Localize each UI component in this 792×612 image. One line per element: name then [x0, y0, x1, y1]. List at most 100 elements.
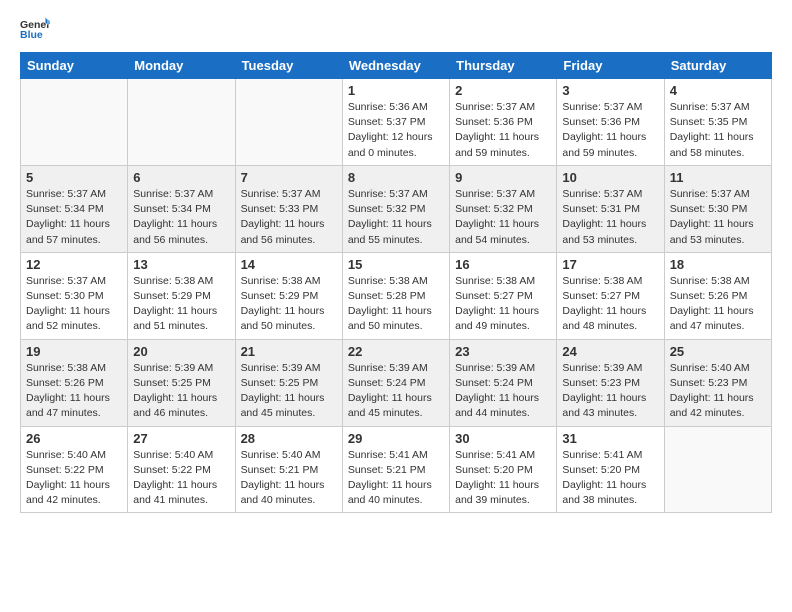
- calendar-cell: 12 Sunrise: 5:37 AM Sunset: 5:30 PM Dayli…: [21, 252, 128, 339]
- calendar-cell: [128, 79, 235, 166]
- day-info: Sunrise: 5:38 AM Sunset: 5:29 PM Dayligh…: [241, 274, 337, 335]
- day-info: Sunrise: 5:40 AM Sunset: 5:22 PM Dayligh…: [133, 448, 229, 509]
- logo: General Blue: [20, 16, 58, 40]
- weekday-header-tuesday: Tuesday: [235, 53, 342, 79]
- calendar-week-row: 26 Sunrise: 5:40 AM Sunset: 5:22 PM Dayli…: [21, 426, 772, 513]
- day-number: 2: [455, 83, 551, 98]
- day-info: Sunrise: 5:37 AM Sunset: 5:36 PM Dayligh…: [562, 100, 658, 161]
- calendar-cell: 4 Sunrise: 5:37 AM Sunset: 5:35 PM Daylig…: [664, 79, 771, 166]
- day-number: 23: [455, 344, 551, 359]
- day-info: Sunrise: 5:41 AM Sunset: 5:20 PM Dayligh…: [562, 448, 658, 509]
- day-info: Sunrise: 5:39 AM Sunset: 5:24 PM Dayligh…: [348, 361, 444, 422]
- day-number: 18: [670, 257, 766, 272]
- calendar-cell: 7Sunrise: 5:37 AM Sunset: 5:33 PM Daylig…: [235, 165, 342, 252]
- day-info: Sunrise: 5:38 AM Sunset: 5:28 PM Dayligh…: [348, 274, 444, 335]
- day-number: 10: [562, 170, 658, 185]
- day-number: 14: [241, 257, 337, 272]
- day-number: 25: [670, 344, 766, 359]
- day-number: 17: [562, 257, 658, 272]
- day-number: 29: [348, 431, 444, 446]
- calendar-cell: 27 Sunrise: 5:40 AM Sunset: 5:22 PM Dayli…: [128, 426, 235, 513]
- calendar-week-row: 1Sunrise: 5:36 AM Sunset: 5:37 PM Daylig…: [21, 79, 772, 166]
- day-number: 26: [26, 431, 122, 446]
- day-info: Sunrise: 5:37 AM Sunset: 5:36 PM Dayligh…: [455, 100, 551, 161]
- day-number: 27: [133, 431, 229, 446]
- day-info: Sunrise: 5:38 AM Sunset: 5:26 PM Dayligh…: [26, 361, 122, 422]
- day-info: Sunrise: 5:39 AM Sunset: 5:24 PM Dayligh…: [455, 361, 551, 422]
- day-number: 13: [133, 257, 229, 272]
- day-number: 7: [241, 170, 337, 185]
- day-info: Sunrise: 5:36 AM Sunset: 5:37 PM Dayligh…: [348, 100, 444, 161]
- calendar-cell: 8 Sunrise: 5:37 AM Sunset: 5:32 PM Daylig…: [342, 165, 449, 252]
- day-number: 22: [348, 344, 444, 359]
- day-number: 16: [455, 257, 551, 272]
- calendar-cell: 25Sunrise: 5:40 AM Sunset: 5:23 PM Dayli…: [664, 339, 771, 426]
- calendar-cell: 26 Sunrise: 5:40 AM Sunset: 5:22 PM Dayli…: [21, 426, 128, 513]
- weekday-header-thursday: Thursday: [450, 53, 557, 79]
- day-number: 5: [26, 170, 122, 185]
- calendar-cell: 2 Sunrise: 5:37 AM Sunset: 5:36 PM Daylig…: [450, 79, 557, 166]
- calendar-cell: [664, 426, 771, 513]
- day-number: 30: [455, 431, 551, 446]
- calendar-cell: 9 Sunrise: 5:37 AM Sunset: 5:32 PM Daylig…: [450, 165, 557, 252]
- day-number: 19: [26, 344, 122, 359]
- calendar-cell: 16Sunrise: 5:38 AM Sunset: 5:27 PM Dayli…: [450, 252, 557, 339]
- day-info: Sunrise: 5:37 AM Sunset: 5:30 PM Dayligh…: [26, 274, 122, 335]
- calendar-cell: 20 Sunrise: 5:39 AM Sunset: 5:25 PM Dayli…: [128, 339, 235, 426]
- calendar-header-row: SundayMondayTuesdayWednesdayThursdayFrid…: [21, 53, 772, 79]
- weekday-header-monday: Monday: [128, 53, 235, 79]
- weekday-header-saturday: Saturday: [664, 53, 771, 79]
- calendar-cell: 5 Sunrise: 5:37 AM Sunset: 5:34 PM Daylig…: [21, 165, 128, 252]
- calendar-week-row: 12 Sunrise: 5:37 AM Sunset: 5:30 PM Dayli…: [21, 252, 772, 339]
- calendar-cell: 19 Sunrise: 5:38 AM Sunset: 5:26 PM Dayli…: [21, 339, 128, 426]
- logo-icon: General Blue: [20, 16, 50, 40]
- day-number: 21: [241, 344, 337, 359]
- day-info: Sunrise: 5:37 AM Sunset: 5:32 PM Dayligh…: [455, 187, 551, 248]
- calendar-week-row: 19 Sunrise: 5:38 AM Sunset: 5:26 PM Dayli…: [21, 339, 772, 426]
- page-container: General Blue SundayMondayTuesdayWednesda…: [0, 0, 792, 523]
- calendar-cell: 14 Sunrise: 5:38 AM Sunset: 5:29 PM Dayli…: [235, 252, 342, 339]
- day-info: Sunrise: 5:37 AM Sunset: 5:35 PM Dayligh…: [670, 100, 766, 161]
- day-info: Sunrise: 5:37 AM Sunset: 5:32 PM Dayligh…: [348, 187, 444, 248]
- day-number: 9: [455, 170, 551, 185]
- calendar-week-row: 5 Sunrise: 5:37 AM Sunset: 5:34 PM Daylig…: [21, 165, 772, 252]
- day-number: 15: [348, 257, 444, 272]
- calendar-cell: 3 Sunrise: 5:37 AM Sunset: 5:36 PM Daylig…: [557, 79, 664, 166]
- svg-text:Blue: Blue: [20, 29, 43, 40]
- calendar-cell: 11Sunrise: 5:37 AM Sunset: 5:30 PM Dayli…: [664, 165, 771, 252]
- calendar-cell: 10 Sunrise: 5:37 AM Sunset: 5:31 PM Dayli…: [557, 165, 664, 252]
- day-number: 8: [348, 170, 444, 185]
- weekday-header-wednesday: Wednesday: [342, 53, 449, 79]
- day-info: Sunrise: 5:40 AM Sunset: 5:21 PM Dayligh…: [241, 448, 337, 509]
- day-info: Sunrise: 5:39 AM Sunset: 5:25 PM Dayligh…: [241, 361, 337, 422]
- day-number: 31: [562, 431, 658, 446]
- weekday-header-sunday: Sunday: [21, 53, 128, 79]
- day-info: Sunrise: 5:41 AM Sunset: 5:21 PM Dayligh…: [348, 448, 444, 509]
- day-number: 28: [241, 431, 337, 446]
- calendar-cell: 17Sunrise: 5:38 AM Sunset: 5:27 PM Dayli…: [557, 252, 664, 339]
- calendar-cell: 28 Sunrise: 5:40 AM Sunset: 5:21 PM Dayli…: [235, 426, 342, 513]
- day-number: 4: [670, 83, 766, 98]
- calendar-cell: 1Sunrise: 5:36 AM Sunset: 5:37 PM Daylig…: [342, 79, 449, 166]
- day-info: Sunrise: 5:41 AM Sunset: 5:20 PM Dayligh…: [455, 448, 551, 509]
- day-number: 24: [562, 344, 658, 359]
- day-info: Sunrise: 5:40 AM Sunset: 5:22 PM Dayligh…: [26, 448, 122, 509]
- day-info: Sunrise: 5:37 AM Sunset: 5:31 PM Dayligh…: [562, 187, 658, 248]
- weekday-header-friday: Friday: [557, 53, 664, 79]
- calendar-cell: 30 Sunrise: 5:41 AM Sunset: 5:20 PM Dayli…: [450, 426, 557, 513]
- day-info: Sunrise: 5:39 AM Sunset: 5:25 PM Dayligh…: [133, 361, 229, 422]
- day-number: 3: [562, 83, 658, 98]
- day-number: 6: [133, 170, 229, 185]
- calendar-cell: 21 Sunrise: 5:39 AM Sunset: 5:25 PM Dayli…: [235, 339, 342, 426]
- day-info: Sunrise: 5:37 AM Sunset: 5:34 PM Dayligh…: [26, 187, 122, 248]
- calendar-cell: 24Sunrise: 5:39 AM Sunset: 5:23 PM Dayli…: [557, 339, 664, 426]
- day-number: 12: [26, 257, 122, 272]
- day-info: Sunrise: 5:37 AM Sunset: 5:34 PM Dayligh…: [133, 187, 229, 248]
- calendar-cell: 15 Sunrise: 5:38 AM Sunset: 5:28 PM Dayli…: [342, 252, 449, 339]
- day-number: 20: [133, 344, 229, 359]
- header: General Blue: [20, 16, 772, 40]
- calendar-cell: 6 Sunrise: 5:37 AM Sunset: 5:34 PM Daylig…: [128, 165, 235, 252]
- day-info: Sunrise: 5:37 AM Sunset: 5:30 PM Dayligh…: [670, 187, 766, 248]
- calendar-cell: 22 Sunrise: 5:39 AM Sunset: 5:24 PM Dayli…: [342, 339, 449, 426]
- calendar-cell: 18Sunrise: 5:38 AM Sunset: 5:26 PM Dayli…: [664, 252, 771, 339]
